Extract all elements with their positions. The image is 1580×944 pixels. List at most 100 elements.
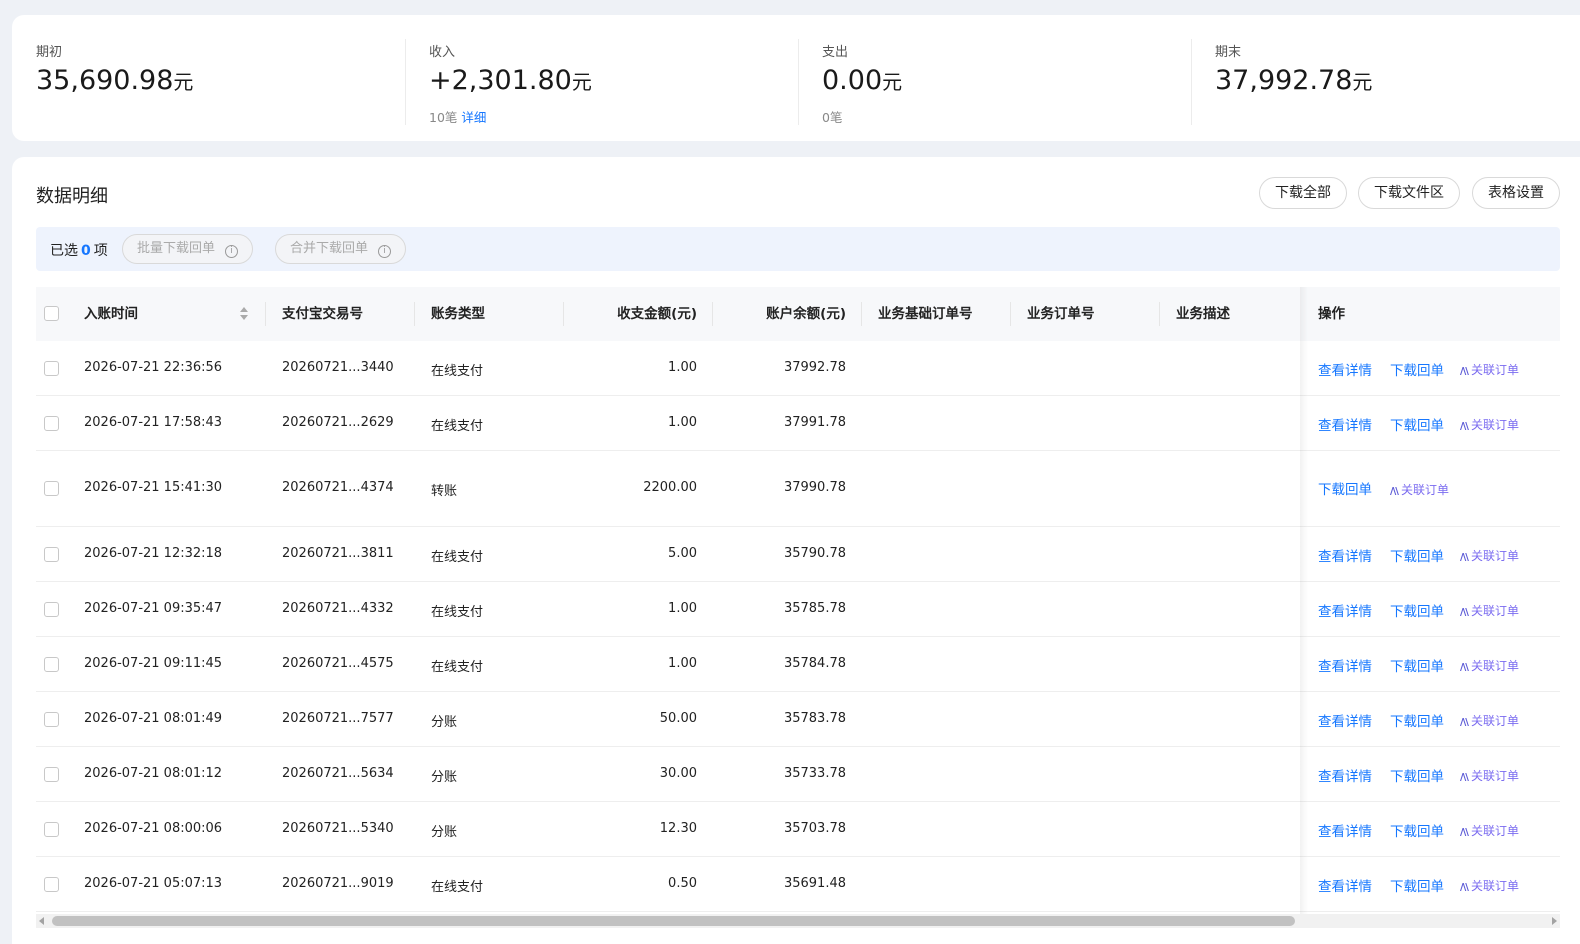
summary-unit: 元 xyxy=(571,70,592,94)
cell-amount: 50.00 xyxy=(659,711,697,726)
scroll-right-icon[interactable] xyxy=(1552,917,1557,925)
cell-balance: 37991.78 xyxy=(783,415,846,430)
selection-number: 0 xyxy=(81,243,91,259)
selection-bar: 已选 0 项 批量下载回单 i 合并下载回单 i xyxy=(36,227,1560,271)
column-separator xyxy=(414,302,415,326)
cell-type: 在线支付 xyxy=(431,550,484,565)
download-receipt-link[interactable]: 下载回单 xyxy=(1390,414,1444,434)
summary-sub: 0笔 xyxy=(822,107,842,126)
link-order-link[interactable]: /\\ 关联订单 xyxy=(1460,712,1519,729)
view-detail-link[interactable]: 查看详情 xyxy=(1318,820,1372,840)
link-order-link[interactable]: /\\ 关联订单 xyxy=(1460,602,1519,619)
summary-amount: 37,992.78 xyxy=(1215,65,1353,96)
summary-opening: 期初 35,690.98元 xyxy=(12,15,405,141)
sort-icon[interactable] xyxy=(240,307,248,321)
download-receipt-link[interactable]: 下载回单 xyxy=(1390,655,1444,675)
scrollbar-thumb[interactable] xyxy=(52,916,1295,926)
cell-time: 2026-07-21 15:41:30 xyxy=(84,480,223,495)
cell-time: 2026-07-21 08:01:49 xyxy=(84,711,223,726)
link-order-link[interactable]: /\\ 关联订单 xyxy=(1460,822,1519,839)
header-type: 账务类型 xyxy=(431,306,485,322)
download-all-button[interactable]: 下载全部 xyxy=(1259,177,1347,209)
link-order-link[interactable]: /\\ 关联订单 xyxy=(1460,877,1519,894)
view-detail-link[interactable]: 查看详情 xyxy=(1318,545,1372,565)
cell-amount: 1.00 xyxy=(668,601,697,616)
row-checkbox[interactable] xyxy=(44,822,59,837)
link-order-label: 关联订单 xyxy=(1470,769,1519,783)
cell-amount: 2200.00 xyxy=(643,480,697,495)
ai-icon: /\\ xyxy=(1460,772,1469,783)
column-separator xyxy=(1010,302,1011,326)
link-order-link[interactable]: /\\ 关联订单 xyxy=(1460,547,1519,564)
summary-value: 0.00元 xyxy=(822,65,902,96)
row-checkbox[interactable] xyxy=(44,602,59,617)
batch-download-button[interactable]: 批量下载回单 i xyxy=(122,234,254,264)
cell-balance: 35733.78 xyxy=(783,766,846,781)
column-separator xyxy=(1159,302,1160,326)
fixed-column-shadow xyxy=(1300,287,1308,917)
info-icon[interactable]: i xyxy=(225,245,239,258)
summary-sub: 10笔 详细 xyxy=(429,107,486,126)
cell-type: 在线支付 xyxy=(431,419,484,434)
link-order-label: 关联订单 xyxy=(1470,418,1519,432)
table-row: 2026-07-21 09:11:45 20260721...4575 在线支付 1.… xyxy=(36,637,1560,692)
row-checkbox[interactable] xyxy=(44,877,59,892)
row-checkbox[interactable] xyxy=(44,712,59,727)
link-order-link[interactable]: /\\ 关联订单 xyxy=(1390,481,1449,498)
row-checkbox[interactable] xyxy=(44,547,59,562)
view-detail-link[interactable]: 查看详情 xyxy=(1318,359,1372,379)
info-icon[interactable]: i xyxy=(378,245,392,258)
income-detail-link[interactable]: 详细 xyxy=(461,110,486,125)
select-all-checkbox[interactable] xyxy=(44,306,59,321)
download-receipt-link[interactable]: 下载回单 xyxy=(1390,875,1444,895)
row-checkbox[interactable] xyxy=(44,416,59,431)
download-receipt-link[interactable]: 下载回单 xyxy=(1390,545,1444,565)
header-ops: 操作 xyxy=(1318,306,1345,322)
link-order-link[interactable]: /\\ 关联订单 xyxy=(1460,416,1519,433)
merge-download-button[interactable]: 合并下载回单 i xyxy=(275,234,407,264)
header-amount: 收支金额(元) xyxy=(617,306,697,322)
view-detail-link[interactable]: 查看详情 xyxy=(1318,765,1372,785)
scroll-left-icon[interactable] xyxy=(39,917,44,925)
summary-amount: 0.00 xyxy=(822,65,883,96)
row-checkbox[interactable] xyxy=(44,481,59,496)
download-area-button[interactable]: 下载文件区 xyxy=(1358,177,1460,209)
ai-icon: /\\ xyxy=(1460,366,1469,377)
summary-unit: 元 xyxy=(1352,70,1373,94)
row-checkbox[interactable] xyxy=(44,767,59,782)
download-receipt-link[interactable]: 下载回单 xyxy=(1390,765,1444,785)
summary-label: 期末 xyxy=(1215,45,1242,60)
table-settings-button[interactable]: 表格设置 xyxy=(1472,177,1560,209)
row-checkbox[interactable] xyxy=(44,657,59,672)
download-receipt-link[interactable]: 下载回单 xyxy=(1390,820,1444,840)
link-order-link[interactable]: /\\ 关联订单 xyxy=(1460,361,1519,378)
cell-balance: 37990.78 xyxy=(783,480,846,495)
download-receipt-link[interactable]: 下载回单 xyxy=(1390,359,1444,379)
cell-trade-no: 20260721...2629 xyxy=(282,415,394,430)
download-receipt-link[interactable]: 下载回单 xyxy=(1318,478,1372,498)
view-detail-link[interactable]: 查看详情 xyxy=(1318,875,1372,895)
view-detail-link[interactable]: 查看详情 xyxy=(1318,600,1372,620)
cell-amount: 30.00 xyxy=(659,766,697,781)
row-checkbox[interactable] xyxy=(44,361,59,376)
cell-time: 2026-07-21 09:35:47 xyxy=(84,601,223,616)
table-row: 2026-07-21 05:07:13 20260721...9019 在线支付 0.… xyxy=(36,857,1560,912)
cell-time: 2026-07-21 09:11:45 xyxy=(84,656,223,671)
table-row: 2026-07-21 12:32:18 20260721...3811 在线支付 5.… xyxy=(36,527,1560,582)
link-order-label: 关联订单 xyxy=(1470,604,1519,618)
header-base-order: 业务基础订单号 xyxy=(878,306,973,322)
cell-amount: 1.00 xyxy=(668,415,697,430)
view-detail-link[interactable]: 查看详情 xyxy=(1318,710,1372,730)
selection-prefix: 已选 xyxy=(50,243,78,259)
view-detail-link[interactable]: 查看详情 xyxy=(1318,414,1372,434)
view-detail-link[interactable]: 查看详情 xyxy=(1318,655,1372,675)
page-background xyxy=(0,0,1580,15)
download-receipt-link[interactable]: 下载回单 xyxy=(1390,710,1444,730)
cell-amount: 5.00 xyxy=(668,546,697,561)
download-receipt-link[interactable]: 下载回单 xyxy=(1390,600,1444,620)
column-separator xyxy=(563,302,564,326)
link-order-link[interactable]: /\\ 关联订单 xyxy=(1460,657,1519,674)
horizontal-scrollbar[interactable] xyxy=(36,914,1560,928)
link-order-link[interactable]: /\\ 关联订单 xyxy=(1460,767,1519,784)
cell-type: 在线支付 xyxy=(431,364,484,379)
